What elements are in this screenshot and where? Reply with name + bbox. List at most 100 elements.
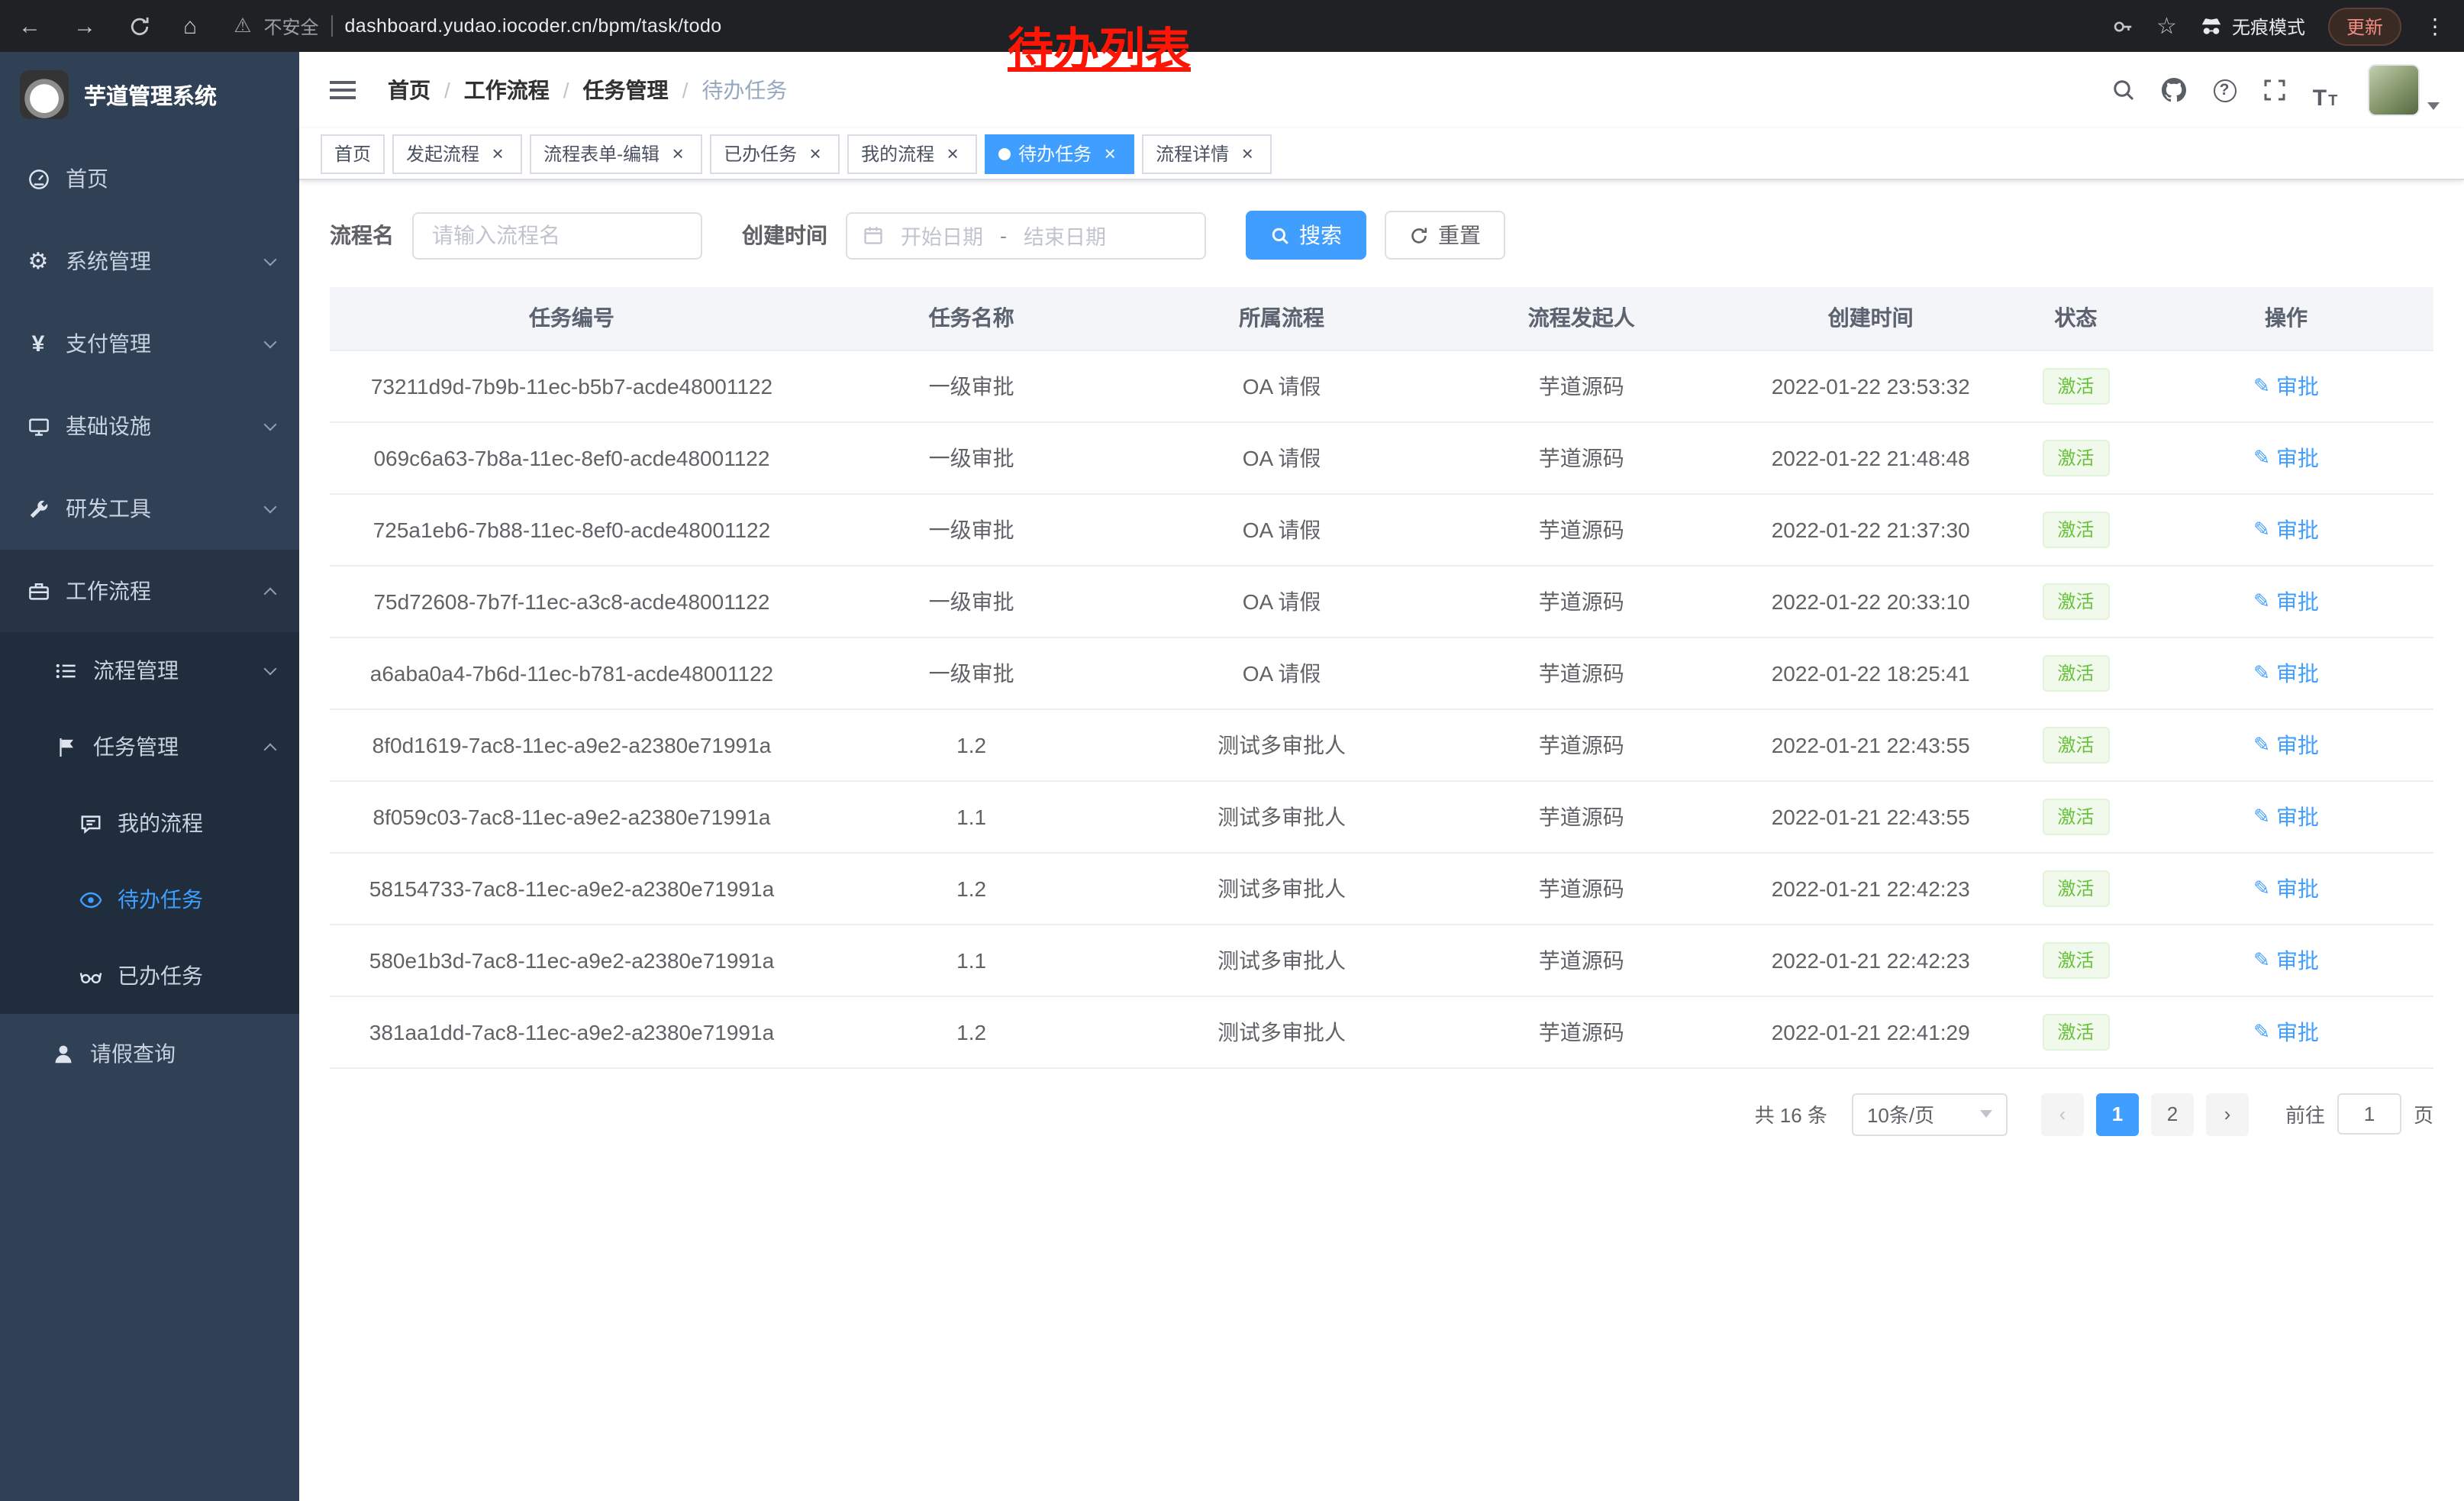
tab-done-tasks[interactable]: 已办任务 × [710, 134, 840, 173]
fullscreen-icon[interactable] [2255, 70, 2295, 110]
table-row: 58154733-7ac8-11ec-a9e2-a2380e71991a 1.2… [330, 852, 2433, 924]
browser-update-button[interactable]: 更新 [2328, 7, 2401, 45]
glasses-icon [76, 964, 104, 987]
initiator-cell: 芋道源码 [1434, 852, 1729, 924]
task-name-cell: 一级审批 [814, 637, 1129, 709]
tab-close-icon[interactable]: × [942, 143, 963, 164]
search-button[interactable]: 搜索 [1246, 211, 1366, 260]
tab-my-process[interactable]: 我的流程 × [847, 134, 977, 173]
password-key-icon[interactable] [2111, 15, 2133, 37]
tab-close-icon[interactable]: × [487, 143, 508, 164]
next-page-button[interactable]: › [2206, 1093, 2249, 1135]
sidebar-item-label: 请假查询 [90, 1038, 176, 1069]
sidebar-item-label: 已办任务 [118, 960, 203, 991]
create-time-label: 创建时间 [742, 220, 827, 250]
sidebar-item-home[interactable]: 首页 [0, 137, 299, 220]
user-avatar[interactable] [2368, 64, 2440, 116]
logo-avatar [20, 70, 69, 119]
approve-link[interactable]: ✎ 审批 [2253, 442, 2319, 473]
approve-link[interactable]: ✎ 审批 [2253, 657, 2319, 688]
font-size-icon[interactable]: TT [2305, 70, 2345, 110]
bookmark-star-icon[interactable]: ☆ [2156, 12, 2177, 40]
tab-process-form-edit[interactable]: 流程表单-编辑 × [530, 134, 702, 173]
approve-link[interactable]: ✎ 审批 [2253, 370, 2319, 401]
tab-close-icon[interactable]: × [805, 143, 826, 164]
app-logo[interactable]: 芋道管理系统 [0, 52, 299, 137]
sidebar-item-done-tasks[interactable]: 已办任务 [0, 938, 299, 1014]
tab-home[interactable]: 首页 [321, 134, 385, 173]
tab-close-icon[interactable]: × [1237, 143, 1258, 164]
prev-page-button[interactable]: ‹ [2041, 1093, 2084, 1135]
approve-link[interactable]: ✎ 审批 [2253, 1016, 2319, 1047]
filter-form: 流程名 创建时间 开始日期 - 结束日期 搜索 [330, 211, 2433, 260]
sidebar-item-process-mgmt[interactable]: 流程管理 [0, 632, 299, 709]
table-row: 381aa1dd-7ac8-11ec-a9e2-a2380e71991a 1.2… [330, 996, 2433, 1067]
tab-close-icon[interactable]: × [1099, 143, 1121, 164]
search-icon[interactable] [2104, 70, 2143, 110]
chevron-down-icon [264, 335, 277, 348]
action-cell: ✎ 审批 [2139, 996, 2433, 1067]
approve-link[interactable]: ✎ 审批 [2253, 873, 2319, 903]
sidebar-item-leave-query[interactable]: 请假查询 [0, 1014, 299, 1093]
reset-button[interactable]: 重置 [1385, 211, 1505, 260]
tab-close-icon[interactable]: × [667, 143, 689, 164]
approve-link[interactable]: ✎ 审批 [2253, 801, 2319, 831]
action-cell: ✎ 审批 [2139, 421, 2433, 493]
tab-todo-tasks[interactable]: 待办任务 × [985, 134, 1134, 173]
range-separator: - [1000, 224, 1007, 247]
sidebar-item-workflow[interactable]: 工作流程 [0, 550, 299, 632]
browser-reload-icon[interactable] [128, 15, 151, 37]
tab-initiate-process[interactable]: 发起流程 × [392, 134, 522, 173]
status-cell: 激活 [2013, 709, 2139, 780]
task-id-cell: 75d72608-7b7f-11ec-a3c8-acde48001122 [330, 565, 814, 637]
page-size-select[interactable]: 10条/页 [1852, 1093, 2008, 1135]
status-cell: 激活 [2013, 421, 2139, 493]
sidebar-item-system[interactable]: ⚙ 系统管理 [0, 220, 299, 302]
address-bar[interactable]: ⚠ 不安全 dashboard.yudao.iocoder.cn/bpm/tas… [234, 13, 721, 39]
browser-back-icon[interactable]: ← [18, 15, 41, 37]
eye-icon [76, 888, 104, 911]
question-mark-icon: ? [2213, 79, 2236, 102]
sidebar-collapse-button[interactable] [324, 72, 360, 108]
browser-menu-icon[interactable]: ⋮ [2424, 13, 2446, 39]
status-badge: 激活 [2042, 1013, 2109, 1050]
create-time-cell: 2022-01-21 22:42:23 [1729, 852, 2013, 924]
sidebar-item-payment[interactable]: ¥ 支付管理 [0, 302, 299, 385]
approve-link[interactable]: ✎ 审批 [2253, 514, 2319, 544]
browser-forward-icon[interactable]: → [73, 15, 96, 37]
page-button-1[interactable]: 1 [2096, 1093, 2139, 1135]
process-cell: OA 请假 [1129, 350, 1434, 421]
breadcrumb-task-mgmt[interactable]: 任务管理 [583, 75, 669, 105]
sidebar-item-my-process[interactable]: 我的流程 [0, 785, 299, 861]
avatar-image [2368, 64, 2420, 116]
sidebar-item-infrastructure[interactable]: 基础设施 [0, 385, 299, 467]
sidebar-item-dev-tools[interactable]: 研发工具 [0, 467, 299, 550]
table-header-row: 任务编号 任务名称 所属流程 流程发起人 创建时间 状态 操作 [330, 287, 2433, 350]
tab-label: 首页 [334, 140, 371, 166]
refresh-icon [1409, 225, 1429, 245]
status-badge: 激活 [2042, 367, 2109, 404]
sidebar-item-label: 任务管理 [93, 731, 179, 762]
help-icon[interactable]: ? [2204, 70, 2244, 110]
goto-page-input[interactable] [2337, 1093, 2401, 1135]
page-button-2[interactable]: 2 [2151, 1093, 2194, 1135]
address-divider [331, 15, 332, 37]
sidebar-item-label: 首页 [66, 163, 108, 194]
breadcrumb-home[interactable]: 首页 [388, 75, 431, 105]
tab-process-detail[interactable]: 流程详情 × [1142, 134, 1272, 173]
approve-link[interactable]: ✎ 审批 [2253, 586, 2319, 616]
date-range-picker[interactable]: 开始日期 - 结束日期 [846, 211, 1206, 259]
status-badge: 激活 [2042, 654, 2109, 691]
approve-link[interactable]: ✎ 审批 [2253, 944, 2319, 975]
table-row: 8f0d1619-7ac8-11ec-a9e2-a2380e71991a 1.2… [330, 709, 2433, 780]
action-cell: ✎ 审批 [2139, 493, 2433, 565]
browser-home-icon[interactable]: ⌂ [183, 15, 197, 37]
screen: ← → ⌂ ⚠ 不安全 dashboard.yudao.iocoder.cn/b… [0, 0, 2464, 1501]
create-time-cell: 2022-01-22 18:25:41 [1729, 637, 2013, 709]
sidebar-item-task-mgmt[interactable]: 任务管理 [0, 709, 299, 785]
sidebar-item-todo-tasks[interactable]: 待办任务 [0, 861, 299, 938]
breadcrumb-workflow[interactable]: 工作流程 [464, 75, 550, 105]
github-icon[interactable] [2154, 70, 2194, 110]
process-name-input[interactable] [412, 211, 702, 259]
approve-link[interactable]: ✎ 审批 [2253, 729, 2319, 760]
